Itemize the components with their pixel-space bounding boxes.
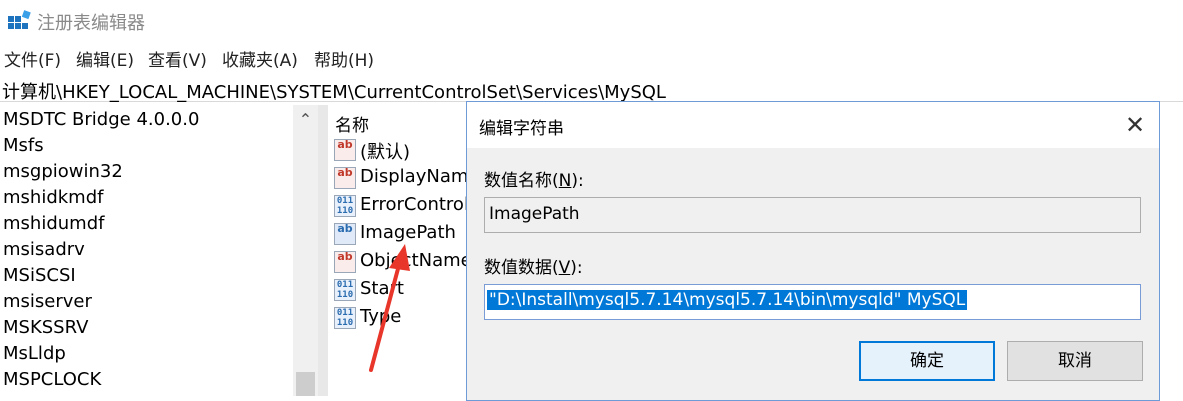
ok-button[interactable]: 确定 (859, 341, 995, 381)
value-name-text: ImagePath (489, 204, 580, 224)
value-name-label: 数值名称(N): (484, 171, 584, 191)
value-data-label: 数值数据(V): (484, 258, 583, 278)
dialog-title: 编辑字符串 (479, 119, 564, 139)
cancel-button[interactable]: 取消 (1007, 341, 1143, 381)
value-data-input[interactable]: "D:\Install\mysql5.7.14\mysql5.7.14\bin\… (484, 284, 1141, 320)
edit-string-dialog: 编辑字符串 ✕ 数值名称(N): ImagePath 数值数据(V): "D:\… (466, 101, 1160, 401)
close-icon[interactable]: ✕ (1119, 110, 1151, 140)
dialog-title-bar: 编辑字符串 ✕ (467, 102, 1159, 148)
value-name-field: ImagePath (484, 197, 1141, 233)
value-data-text[interactable]: "D:\Install\mysql5.7.14\mysql5.7.14\bin\… (487, 290, 968, 310)
